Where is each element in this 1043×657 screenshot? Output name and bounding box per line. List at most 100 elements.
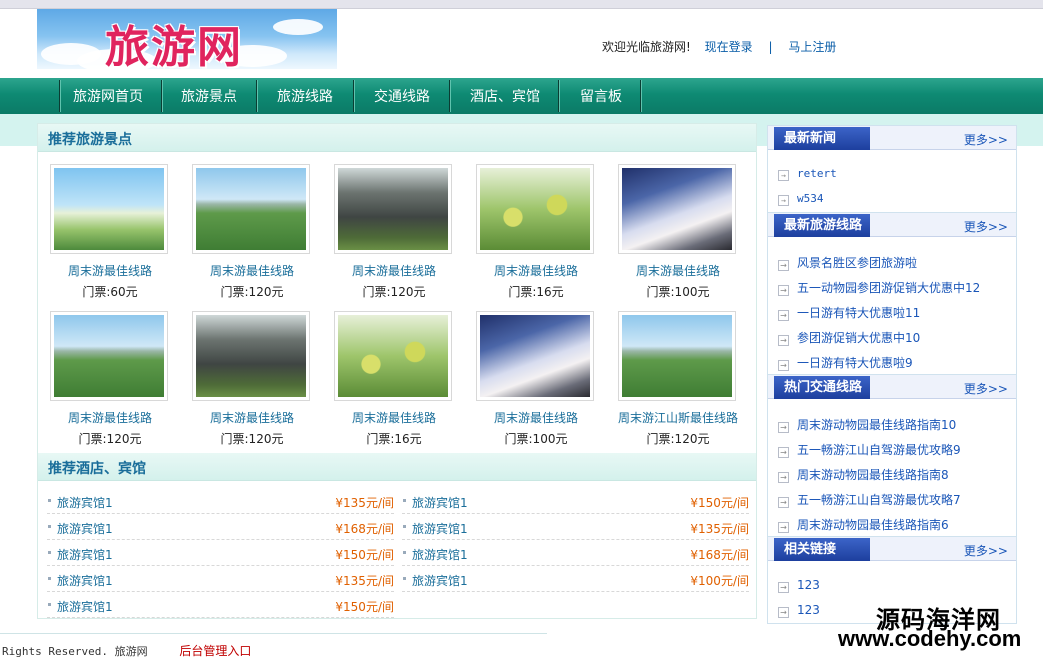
hotel-name-link[interactable]: 旅游宾馆1 — [48, 494, 113, 511]
sidebar-traffic-item[interactable]: → 周末游动物园最佳线路指南6 — [778, 516, 949, 533]
spot-ticket-price: 门票:16元 — [508, 285, 564, 299]
sidebar-link-item-label[interactable]: 123 — [797, 578, 820, 592]
nav-item-guestbook[interactable]: 留言板 — [561, 78, 641, 114]
admin-entry-link[interactable]: 后台管理入口 — [179, 644, 251, 657]
spot-title-link[interactable]: 周末游江山斯最佳线路 — [608, 409, 748, 426]
hotel-row[interactable]: 旅游宾馆1 ¥150元/间 — [47, 592, 394, 618]
spot-ticket-price: 门票:100元 — [504, 432, 568, 446]
sidebar-news-item[interactable]: → retert — [778, 167, 837, 181]
hotel-name-link[interactable]: 旅游宾馆1 — [403, 494, 468, 511]
sidebar-links-more-link[interactable]: 更多>> — [964, 542, 1008, 559]
sidebar-news-item[interactable]: → w534 — [778, 192, 824, 206]
spot-ticket-price: 门票:120元 — [362, 285, 426, 299]
site-logo[interactable]: 旅游网 — [37, 9, 337, 69]
hotel-row[interactable]: 旅游宾馆1 ¥135元/间 — [47, 566, 394, 592]
spot-image-lotus-field[interactable] — [622, 315, 732, 397]
hotel-row[interactable]: 旅游宾馆1 ¥100元/间 — [402, 566, 749, 592]
spot-title-link[interactable]: 周末游最佳线路 — [182, 409, 322, 426]
spot-title-link[interactable]: 周末游最佳线路 — [40, 262, 180, 279]
sidebar-traffic-item-label[interactable]: 周末游动物园最佳线路指南10 — [797, 418, 956, 432]
arrow-right-icon: → — [778, 310, 789, 321]
spot-card[interactable] — [476, 164, 594, 254]
sidebar-route-item-label[interactable]: 一日游有特大优惠啦11 — [797, 306, 920, 320]
nav-divider — [161, 80, 163, 112]
spot-image-sea-of-clouds[interactable] — [480, 315, 590, 397]
spot-title-link[interactable]: 周末游最佳线路 — [324, 262, 464, 279]
spot-title-link[interactable]: 周末游最佳线路 — [466, 409, 606, 426]
hotel-name-link[interactable]: 旅游宾馆1 — [48, 598, 113, 615]
sidebar-route-item-label[interactable]: 五一动物园参团游促销大优惠中12 — [797, 281, 980, 295]
sidebar-route-item[interactable]: → 五一动物园参团游促销大优惠中12 — [778, 279, 980, 296]
spot-card[interactable] — [192, 164, 310, 254]
sidebar-traffic-item[interactable]: → 五一畅游江山自驾游最优攻略7 — [778, 491, 961, 508]
sidebar-link-item[interactable]: → 123 — [778, 578, 820, 593]
spot-card[interactable] — [618, 311, 736, 401]
footer-divider — [0, 633, 547, 634]
spot-card[interactable] — [50, 164, 168, 254]
sidebar-news-item-label[interactable]: retert — [797, 167, 837, 180]
nav-item-traffic[interactable]: 交通线路 — [356, 78, 448, 114]
hotel-row[interactable]: 旅游宾馆1 ¥135元/间 — [402, 514, 749, 540]
spot-card[interactable] — [476, 311, 594, 401]
hotel-name-link[interactable]: 旅游宾馆1 — [48, 546, 113, 563]
hotel-row[interactable]: 旅游宾馆1 ¥150元/间 — [47, 540, 394, 566]
spot-title-link[interactable]: 周末游最佳线路 — [324, 409, 464, 426]
spot-image-lotus-field[interactable] — [54, 315, 164, 397]
sidebar-route-item-label[interactable]: 风景名胜区参团旅游啦 — [797, 256, 917, 270]
hotel-row[interactable]: 旅游宾馆1 ¥150元/间 — [402, 488, 749, 514]
sidebar-traffic-item-label[interactable]: 五一畅游江山自驾游最优攻略7 — [797, 493, 961, 507]
spot-image-fruit-branch[interactable] — [480, 168, 590, 250]
spot-image-sea-of-clouds[interactable] — [622, 168, 732, 250]
sidebar-news-more-link[interactable]: 更多>> — [964, 131, 1008, 148]
footer: Rights Reserved. 旅游网 后台管理入口 — [2, 642, 251, 657]
sidebar-traffic-item-label[interactable]: 周末游动物园最佳线路指南6 — [797, 518, 949, 532]
sidebar-route-item-label[interactable]: 一日游有特大优惠啦9 — [797, 356, 913, 370]
hotel-name-link[interactable]: 旅游宾馆1 — [48, 572, 113, 589]
hotel-name-link[interactable]: 旅游宾馆1 — [403, 546, 468, 563]
sidebar-news-item-label[interactable]: w534 — [797, 192, 824, 205]
sidebar-link-item[interactable]: → 123 — [778, 603, 820, 618]
sidebar-link-item-label[interactable]: 123 — [797, 603, 820, 617]
welcome-separator: | — [768, 40, 773, 54]
sidebar-traffic-more-link[interactable]: 更多>> — [964, 380, 1008, 397]
nav-item-hotels[interactable]: 酒店、宾馆 — [452, 78, 558, 114]
spot-card[interactable] — [50, 311, 168, 401]
spot-image-lotus-field[interactable] — [196, 168, 306, 250]
sidebar-traffic-item[interactable]: → 五一畅游江山自驾游最优攻略9 — [778, 441, 961, 458]
hotel-name-link[interactable]: 旅游宾馆1 — [403, 572, 468, 589]
sidebar-traffic-item[interactable]: → 周末游动物园最佳线路指南10 — [778, 416, 956, 433]
spot-card[interactable] — [334, 164, 452, 254]
sidebar-route-item[interactable]: → 一日游有特大优惠啦11 — [778, 304, 920, 321]
hotel-price: ¥150元/间 — [690, 496, 749, 510]
hotel-row[interactable]: 旅游宾馆1 ¥135元/间 — [47, 488, 394, 514]
register-link[interactable]: 马上注册 — [788, 40, 836, 54]
spot-ticket-price: 门票:120元 — [220, 285, 284, 299]
spot-image-stone-gate[interactable] — [196, 315, 306, 397]
sidebar-route-item[interactable]: → 一日游有特大优惠啦9 — [778, 354, 913, 371]
sidebar-route-item-label[interactable]: 参团游促销大优惠中10 — [797, 331, 920, 345]
spot-card[interactable] — [192, 311, 310, 401]
spot-title-link[interactable]: 周末游最佳线路 — [182, 262, 322, 279]
spot-card[interactable] — [334, 311, 452, 401]
spot-image-lake-pavilion[interactable] — [54, 168, 164, 250]
sidebar-route-item[interactable]: → 参团游促销大优惠中10 — [778, 329, 920, 346]
spot-title-link[interactable]: 周末游最佳线路 — [40, 409, 180, 426]
sidebar-routes-more-link[interactable]: 更多>> — [964, 218, 1008, 235]
nav-item-routes[interactable]: 旅游线路 — [259, 78, 351, 114]
hotel-name-link[interactable]: 旅游宾馆1 — [48, 520, 113, 537]
sidebar-traffic-item-label[interactable]: 五一畅游江山自驾游最优攻略9 — [797, 443, 961, 457]
spot-card[interactable] — [618, 164, 736, 254]
hotel-row[interactable]: 旅游宾馆1 ¥168元/间 — [402, 540, 749, 566]
hotel-name-link[interactable]: 旅游宾馆1 — [403, 520, 468, 537]
nav-item-spots[interactable]: 旅游景点 — [164, 78, 254, 114]
nav-item-home[interactable]: 旅游网首页 — [62, 78, 154, 114]
login-link[interactable]: 现在登录 — [705, 40, 753, 54]
sidebar-route-item[interactable]: → 风景名胜区参团旅游啦 — [778, 254, 917, 271]
spot-image-fruit-branch[interactable] — [338, 315, 448, 397]
sidebar-traffic-item[interactable]: → 周末游动物园最佳线路指南8 — [778, 466, 949, 483]
sidebar-traffic-item-label[interactable]: 周末游动物园最佳线路指南8 — [797, 468, 949, 482]
hotel-row[interactable]: 旅游宾馆1 ¥168元/间 — [47, 514, 394, 540]
spot-image-stone-gate[interactable] — [338, 168, 448, 250]
spot-title-link[interactable]: 周末游最佳线路 — [608, 262, 748, 279]
spot-title-link[interactable]: 周末游最佳线路 — [466, 262, 606, 279]
